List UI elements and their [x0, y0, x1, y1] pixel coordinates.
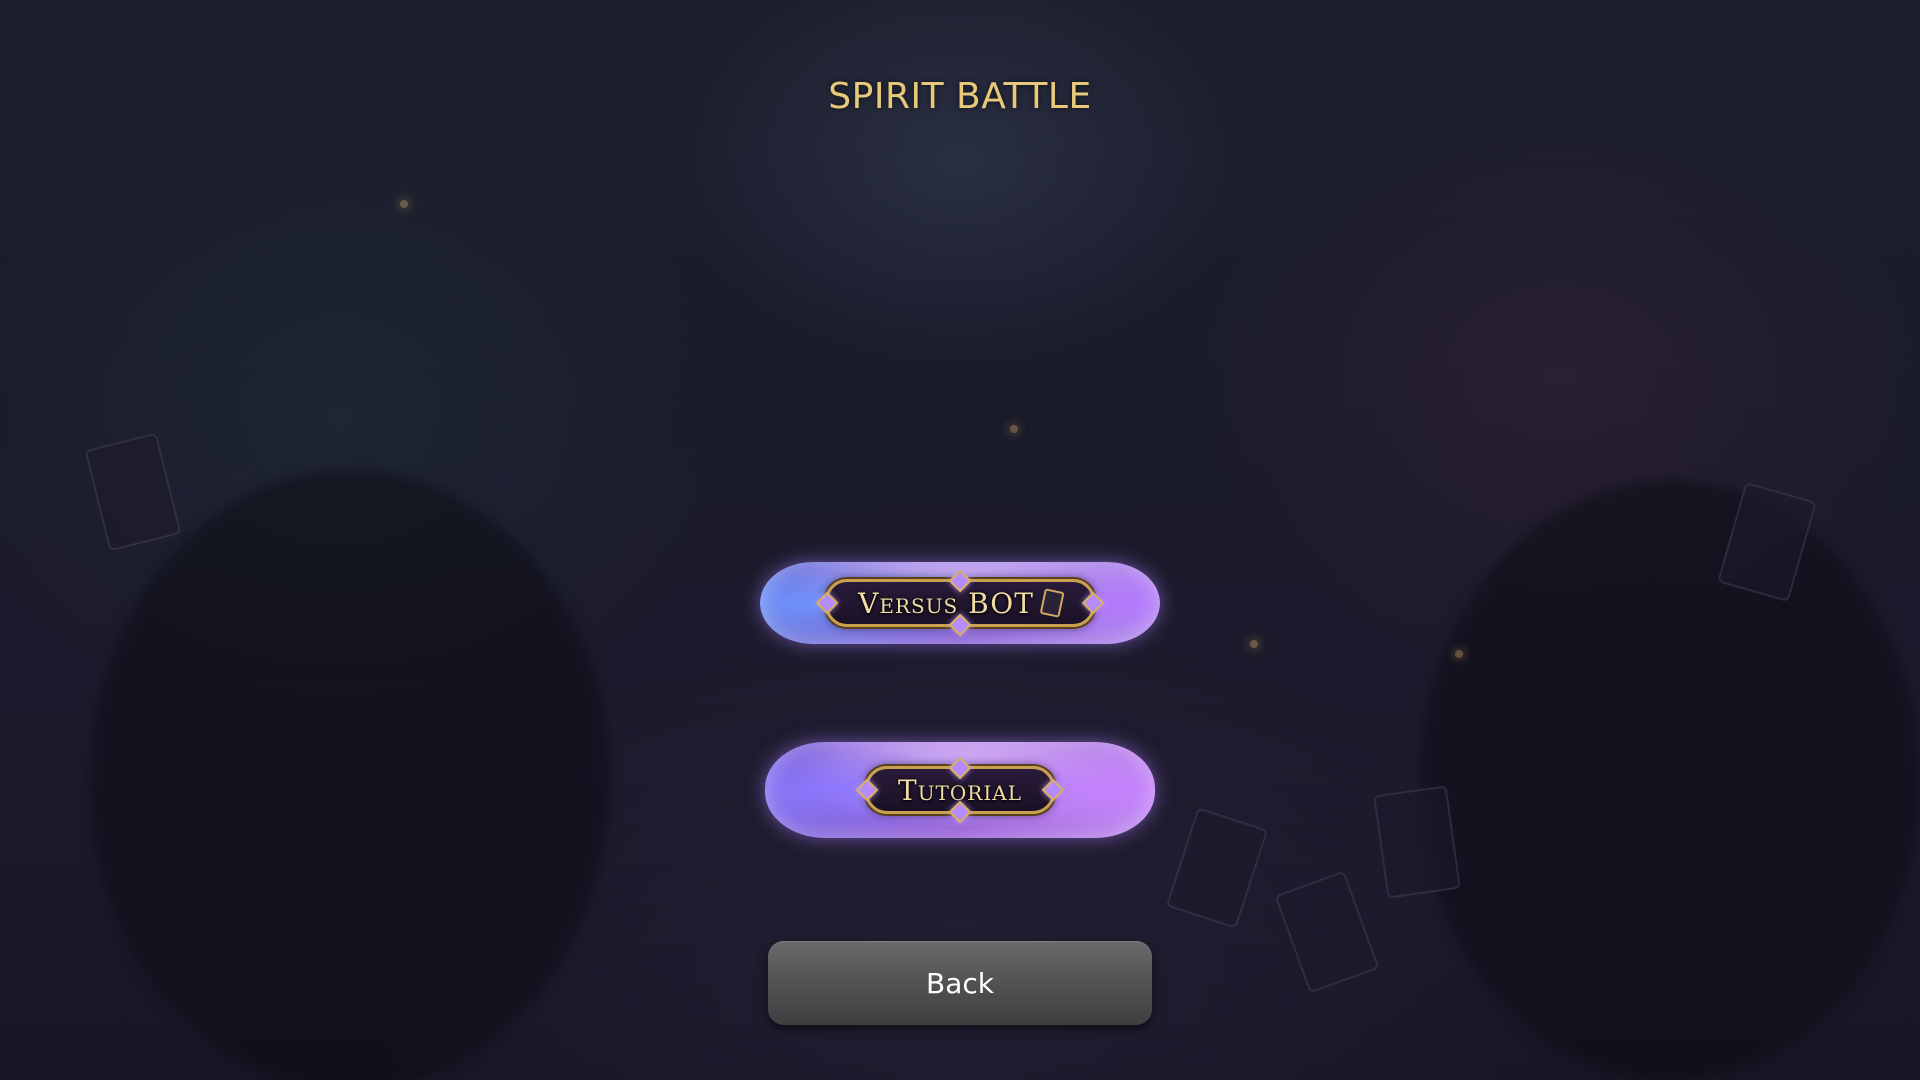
background-card — [1274, 870, 1380, 994]
ornate-nameplate: Versus BOT — [815, 569, 1105, 637]
background-figure-left — [90, 470, 610, 1080]
background-sparkle — [1455, 650, 1463, 658]
background-card — [84, 432, 182, 552]
back-label: Back — [926, 966, 994, 1000]
card-icon — [1039, 588, 1065, 618]
background-sparkle — [1010, 425, 1018, 433]
background-sparkle — [400, 200, 408, 208]
versus-bot-label: Versus BOT — [858, 586, 1034, 620]
tutorial-button[interactable]: Tutorial — [765, 742, 1155, 838]
game-menu-screen: SPIRIT BATTLE Versus BOT Tutorial Back — [0, 0, 1920, 1080]
versus-bot-button[interactable]: Versus BOT — [760, 562, 1160, 644]
background-sparkle — [1250, 640, 1258, 648]
background-card — [1373, 785, 1461, 899]
background-figure-right — [1420, 480, 1920, 1080]
ornate-nameplate: Tutorial — [855, 756, 1065, 824]
page-title: SPIRIT BATTLE — [828, 76, 1092, 117]
background-card — [1165, 807, 1269, 929]
back-button[interactable]: Back — [768, 941, 1152, 1025]
